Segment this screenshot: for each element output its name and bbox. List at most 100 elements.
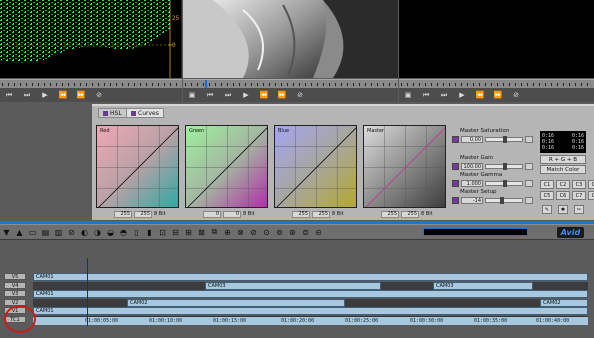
step-back-button[interactable]: ⏮ (0, 89, 18, 101)
record-forward-button[interactable]: ⏩ (489, 89, 507, 101)
readout-formula-menu[interactable]: R + G + B (540, 155, 586, 164)
toggle-source-icon[interactable]: ⊕ (221, 226, 234, 239)
master-input-field[interactable]: 255 (381, 210, 399, 218)
blue-curve-graph[interactable]: Blue (274, 125, 357, 208)
master-gamma-reset-button[interactable] (525, 180, 533, 187)
clip[interactable]: CAM01 (33, 290, 588, 298)
master-gamma-field[interactable]: 1.000 (461, 180, 483, 187)
clip[interactable]: CAM02 (127, 299, 345, 307)
timecode-ruler[interactable]: 01:00:05:00 01:00:10:00 01:00:15:00 01:0… (33, 316, 588, 325)
snap-icon[interactable]: ⊗ (234, 226, 247, 239)
master-setup-slider[interactable] (485, 197, 523, 204)
master-gamma-slider[interactable] (485, 180, 523, 187)
record-rewind-button[interactable]: ⏪ (471, 89, 489, 101)
master-setup-swatch[interactable] (452, 197, 459, 204)
track-v4-label[interactable]: V4 (4, 282, 26, 289)
mark-clip-icon[interactable]: ◐ (78, 226, 91, 239)
extract-icon[interactable]: ⊘ (65, 226, 78, 239)
slip-icon[interactable]: ⊚ (273, 226, 286, 239)
track-v5-label[interactable]: V5 (4, 273, 26, 280)
render-icon[interactable]: ⊟ (169, 226, 182, 239)
match-frame-icon[interactable]: ▮ (143, 226, 156, 239)
master-gain-swatch[interactable] (452, 163, 459, 170)
lock-icon[interactable]: ⊡ (156, 226, 169, 239)
record-play-button[interactable]: ▶ (453, 89, 471, 101)
correction-button-c4[interactable]: C4 (588, 180, 594, 189)
red-output-field[interactable]: 255 (134, 210, 152, 218)
clip[interactable]: CAM03 (205, 282, 381, 290)
master-gain-knob[interactable] (503, 163, 507, 170)
master-output-field[interactable]: 255 (401, 210, 419, 218)
source-rewind-button[interactable]: ⏪ (255, 89, 273, 101)
match-color-button[interactable]: Match Color (540, 165, 586, 174)
source-forward-button[interactable]: ⏩ (273, 89, 291, 101)
effects-icon[interactable]: ⊞ (182, 226, 195, 239)
zoom-icon[interactable]: ⊜ (299, 226, 312, 239)
correction-button-c8[interactable]: C8 (588, 191, 594, 200)
green-curve-plot[interactable] (186, 126, 268, 208)
timeline-zoom-bar[interactable] (423, 228, 528, 236)
blue-input-field[interactable]: 255 (292, 210, 310, 218)
red-curve-graph[interactable]: Red (96, 125, 179, 208)
segment-up-icon[interactable]: ▲ (13, 226, 26, 239)
track-select-icon[interactable]: ⊝ (312, 226, 325, 239)
master-saturation-reset-button[interactable] (525, 136, 533, 143)
source-step-forward-button[interactable]: ⏭ (219, 89, 237, 101)
master-gamma-knob[interactable] (503, 180, 507, 187)
mark-out-icon[interactable]: ◒ (104, 226, 117, 239)
green-output-field[interactable]: 0 (223, 210, 241, 218)
motion-icon[interactable]: ⊠ (195, 226, 208, 239)
rewind-button[interactable]: ⏪ (54, 89, 72, 101)
record-scrub-bar[interactable] (399, 79, 594, 88)
red-curve-plot[interactable] (97, 126, 179, 208)
sample-icon[interactable]: ✱ (558, 205, 568, 214)
master-setup-field[interactable]: -14 (461, 197, 483, 204)
master-setup-knob[interactable] (500, 197, 504, 204)
clip[interactable]: CAM01 (33, 273, 588, 281)
add-edit-icon[interactable]: ▯ (130, 226, 143, 239)
master-setup-reset-button[interactable] (525, 197, 533, 204)
blue-curve-plot[interactable] (275, 126, 357, 208)
correction-button-c1[interactable]: C1 (540, 180, 554, 189)
link-icon[interactable]: ⊘ (247, 226, 260, 239)
correction-button-c5[interactable]: C5 (540, 191, 554, 200)
timeline-playhead[interactable] (87, 258, 88, 326)
slide-icon[interactable]: ⊛ (286, 226, 299, 239)
clear-button[interactable]: ⊘ (90, 89, 108, 101)
tab-hsl[interactable]: HSL (98, 108, 127, 118)
master-saturation-field[interactable]: 0.00 (461, 136, 483, 143)
pick-icon[interactable]: ✂ (574, 205, 584, 214)
record-mark-button[interactable]: ▣ (399, 89, 417, 101)
trim-icon[interactable]: ◓ (117, 226, 130, 239)
master-saturation-knob[interactable] (503, 136, 507, 143)
correction-button-c6[interactable]: C6 (556, 191, 570, 200)
green-curve-graph[interactable]: Green (185, 125, 268, 208)
master-saturation-slider[interactable] (485, 136, 523, 143)
master-saturation-swatch[interactable] (452, 136, 459, 143)
mark-in-icon[interactable]: ◑ (91, 226, 104, 239)
source-play-button[interactable]: ▶ (237, 89, 255, 101)
segment-down-icon[interactable]: ▼ (0, 226, 13, 239)
clip[interactable]: CAM03 (433, 282, 533, 290)
audio-mix-icon[interactable]: ⧉ (208, 226, 221, 239)
waveform-scrub-bar[interactable] (0, 79, 182, 88)
red-input-field[interactable]: 255 (114, 210, 132, 218)
ripple-icon[interactable]: ⊙ (260, 226, 273, 239)
source-step-back-button[interactable]: ⏮ (201, 89, 219, 101)
fast-forward-button[interactable]: ⏩ (72, 89, 90, 101)
blue-output-field[interactable]: 255 (312, 210, 330, 218)
master-gain-field[interactable]: 100.00 (461, 163, 483, 170)
master-gain-reset-button[interactable] (525, 163, 533, 170)
clip[interactable]: CAM01 (33, 307, 588, 315)
eyedropper-icon[interactable]: ✎ (542, 205, 552, 214)
clip[interactable]: CAM02 (540, 299, 588, 307)
master-curve-graph[interactable]: Master (363, 125, 446, 208)
track-v3-label[interactable]: V3 (4, 290, 26, 297)
correction-button-c3[interactable]: C3 (572, 180, 586, 189)
source-mark-button[interactable]: ▣ (183, 89, 201, 101)
record-step-back-button[interactable]: ⏮ (417, 89, 435, 101)
record-step-forward-button[interactable]: ⏭ (435, 89, 453, 101)
correction-button-c7[interactable]: C7 (572, 191, 586, 200)
record-clear-button[interactable]: ⊘ (507, 89, 525, 101)
green-input-field[interactable]: 0 (203, 210, 221, 218)
